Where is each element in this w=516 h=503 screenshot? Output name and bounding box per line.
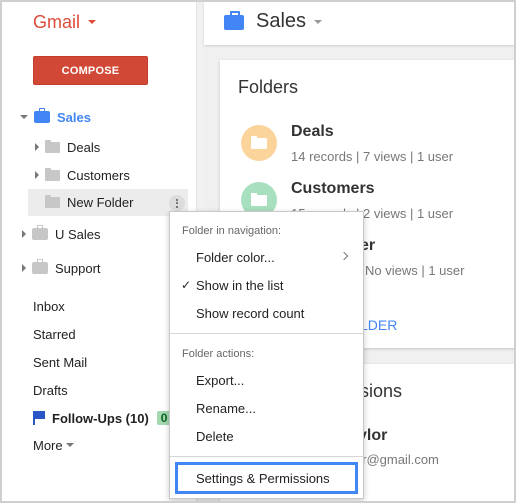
permissions-card-title: sions bbox=[360, 381, 403, 401]
sidebar-link-label: Starred bbox=[33, 326, 76, 342]
menu-item-label: Show in the list bbox=[196, 277, 284, 293]
sidebar-item-u-sales[interactable]: U Sales bbox=[22, 221, 101, 247]
folder-icon bbox=[45, 167, 60, 181]
sidebar-link-follow-ups[interactable]: Follow-Ups (10) 0 bbox=[33, 405, 172, 431]
folder-circle-icon bbox=[241, 125, 277, 161]
flag-icon bbox=[33, 411, 45, 425]
sidebar-link-label: Drafts bbox=[33, 382, 68, 398]
user-email: lor@gmail.com bbox=[352, 452, 439, 467]
title-caret-icon[interactable] bbox=[314, 20, 322, 24]
sidebar-link-drafts[interactable]: Drafts bbox=[33, 377, 68, 403]
briefcase-icon bbox=[34, 108, 50, 123]
menu-item-label: Export... bbox=[196, 372, 245, 388]
menu-item-export[interactable]: Export... bbox=[170, 367, 363, 393]
add-folder-link[interactable]: LDER bbox=[360, 317, 397, 333]
expand-right-icon[interactable] bbox=[22, 264, 26, 272]
folders-card-title: Folders bbox=[238, 77, 299, 97]
menu-divider bbox=[170, 456, 363, 457]
chevron-down-icon bbox=[65, 443, 74, 447]
menu-item-folder-color[interactable]: Folder color... bbox=[170, 244, 363, 270]
menu-divider bbox=[170, 333, 363, 334]
expand-right-icon[interactable] bbox=[35, 143, 39, 151]
chevron-right-icon bbox=[339, 251, 349, 261]
briefcase-icon bbox=[224, 11, 244, 30]
menu-item-label: Delete bbox=[196, 428, 234, 444]
folder-icon bbox=[45, 195, 60, 208]
sidebar-link-label: Inbox bbox=[33, 298, 65, 314]
more-label: More bbox=[33, 437, 63, 453]
sidebar-item-new-folder[interactable]: New Folder bbox=[28, 189, 188, 216]
menu-item-show-in-list[interactable]: ✓ Show in the list bbox=[170, 272, 363, 298]
menu-item-settings-permissions[interactable]: Settings & Permissions bbox=[175, 462, 358, 494]
folder-meta: No views | 1 user bbox=[365, 263, 465, 278]
brand-caret-icon[interactable] bbox=[88, 20, 96, 24]
sidebar-link-label: Sent Mail bbox=[33, 354, 88, 370]
folder-icon bbox=[45, 139, 60, 153]
gmail-brand[interactable]: Gmail bbox=[33, 12, 80, 33]
briefcase-icon bbox=[32, 259, 48, 274]
sidebar-item-support[interactable]: Support bbox=[22, 255, 101, 281]
menu-item-rename[interactable]: Rename... bbox=[170, 395, 363, 421]
check-icon: ✓ bbox=[181, 278, 192, 292]
sidebar-item-sales[interactable]: Sales bbox=[20, 104, 91, 130]
sidebar-link-inbox[interactable]: Inbox bbox=[33, 293, 65, 319]
menu-item-delete[interactable]: Delete bbox=[170, 423, 363, 449]
folder-name[interactable]: Deals bbox=[291, 123, 334, 141]
sidebar-item-customers[interactable]: Customers bbox=[35, 162, 130, 188]
menu-item-label: Show record count bbox=[196, 305, 305, 321]
sidebar-item-label: Customers bbox=[67, 167, 130, 183]
menu-heading: Folder actions: bbox=[182, 348, 255, 360]
sidebar-item-label: Deals bbox=[67, 139, 101, 155]
sidebar-link-sent-mail[interactable]: Sent Mail bbox=[33, 349, 87, 375]
page-header: Sales bbox=[204, 2, 514, 45]
sidebar-item-label: New Folder bbox=[67, 195, 134, 210]
menu-item-label: Rename... bbox=[196, 400, 256, 416]
sidebar-link-label: Follow-Ups (10) bbox=[52, 410, 149, 426]
menu-item-label: Folder color... bbox=[196, 249, 275, 265]
page-title[interactable]: Sales bbox=[256, 10, 306, 33]
sidebar-item-deals[interactable]: Deals bbox=[35, 134, 100, 160]
briefcase-icon bbox=[32, 225, 48, 240]
folder-context-menu: Folder in navigation: Folder color... ✓ … bbox=[169, 211, 364, 499]
expand-down-icon[interactable] bbox=[20, 115, 28, 119]
sidebar-item-label: Sales bbox=[57, 109, 91, 125]
menu-item-show-record-count[interactable]: Show record count bbox=[170, 300, 363, 326]
expand-right-icon[interactable] bbox=[22, 230, 26, 238]
menu-heading: Folder in navigation: bbox=[182, 225, 282, 237]
sidebar-link-starred[interactable]: Starred bbox=[33, 321, 76, 347]
compose-button[interactable]: COMPOSE bbox=[33, 56, 148, 85]
menu-item-label: Settings & Permissions bbox=[196, 470, 330, 486]
sidebar-more-button[interactable]: More bbox=[33, 432, 74, 458]
folder-menu-icon[interactable] bbox=[169, 195, 185, 211]
sidebar-item-label: Support bbox=[55, 260, 101, 276]
folder-name[interactable]: Customers bbox=[291, 180, 375, 198]
folder-meta: 14 records | 7 views | 1 user bbox=[291, 149, 454, 164]
expand-right-icon[interactable] bbox=[35, 171, 39, 179]
app-window: Gmail COMPOSE Sales Deals Customers New … bbox=[0, 0, 516, 503]
sidebar-item-label: U Sales bbox=[55, 226, 101, 242]
